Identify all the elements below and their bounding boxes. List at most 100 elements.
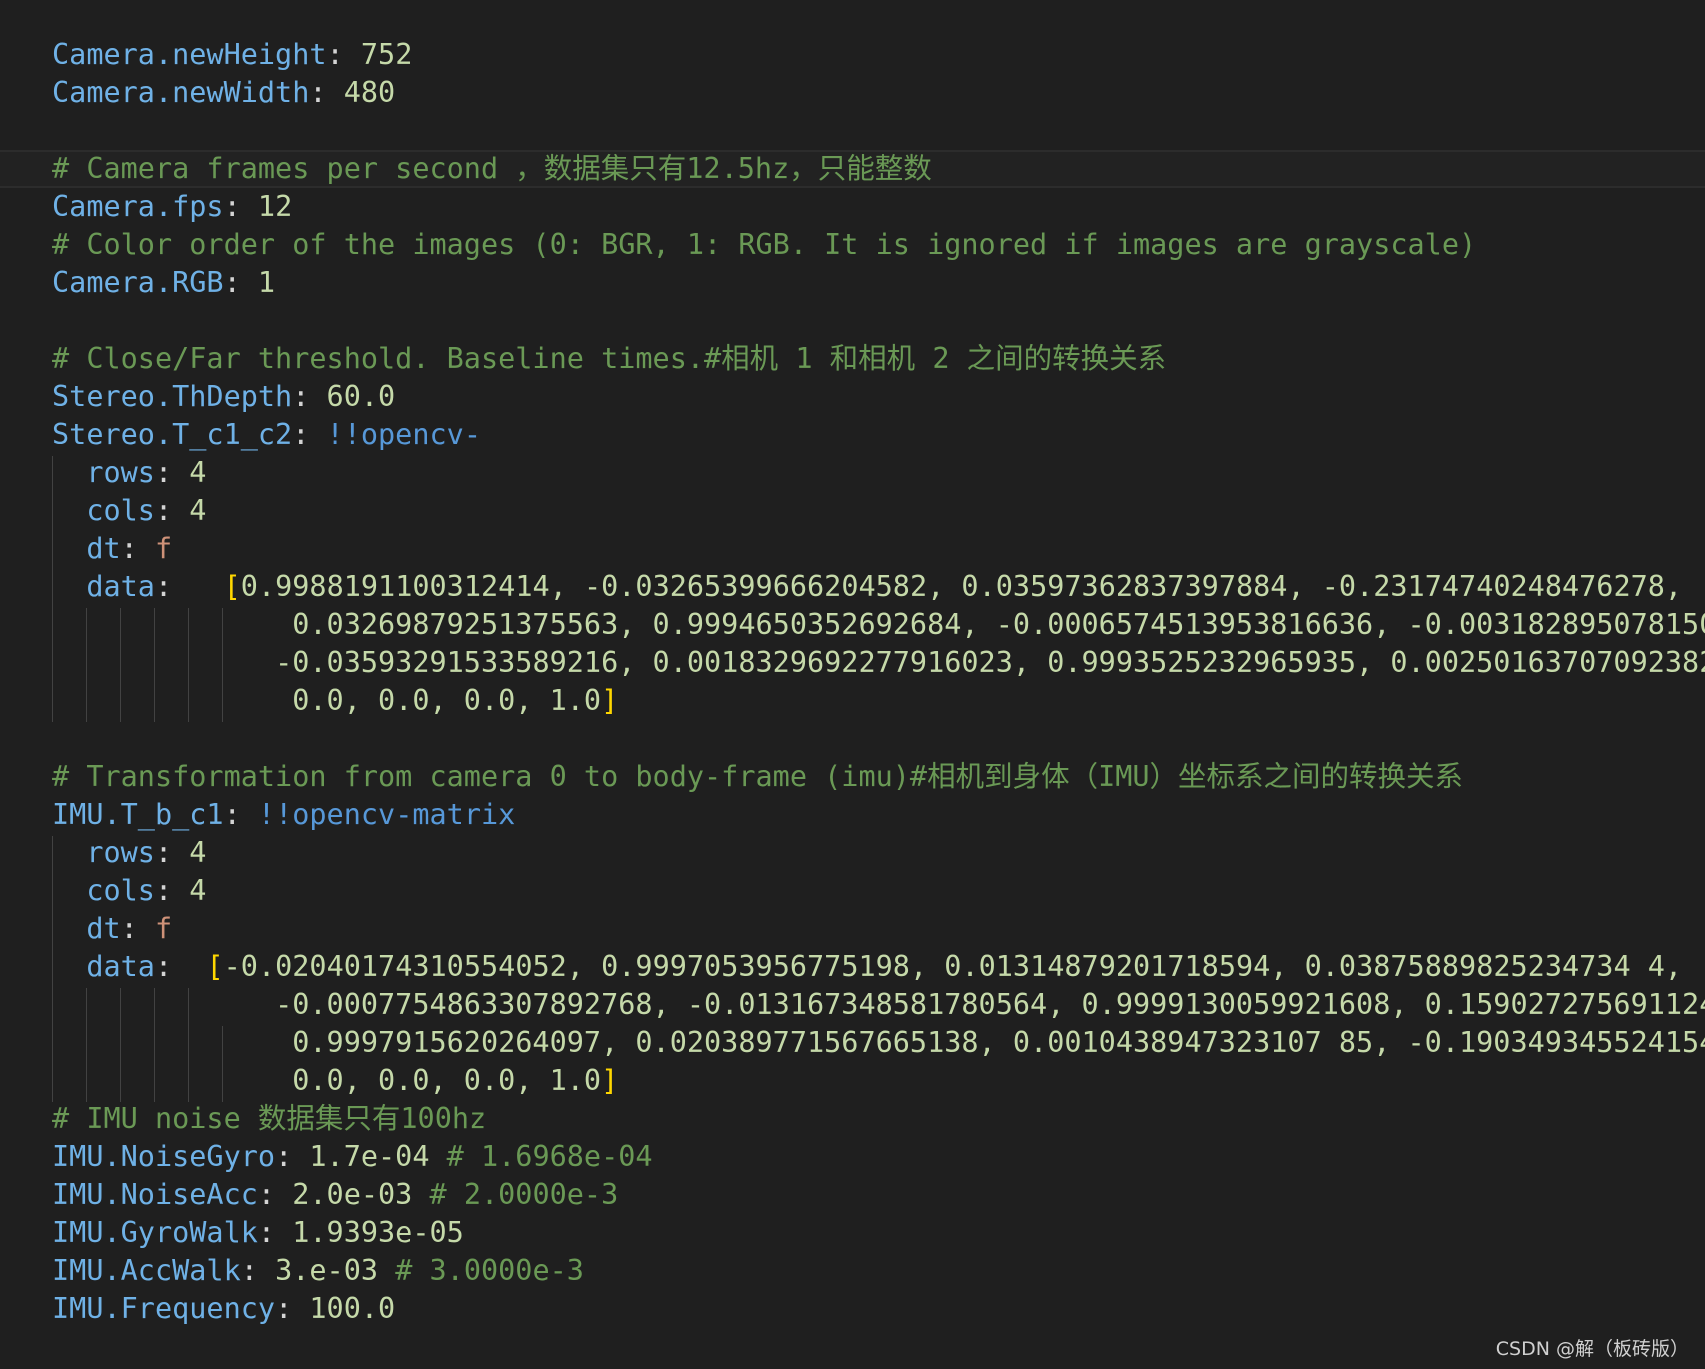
code-line[interactable]: Camera.newHeight: 752 (0, 36, 1705, 74)
token-value: 4 (189, 456, 207, 489)
token-punct (52, 456, 86, 489)
token-key: Stereo.ThDepth (52, 380, 293, 413)
indent-guide (154, 608, 155, 722)
code-line[interactable]: # Close/Far threshold. Baseline times.#相… (0, 340, 1705, 378)
token-punct (52, 570, 86, 603)
token-comment: # Camera frames per second ，数据集只有12.5hz，… (52, 152, 932, 185)
code-line[interactable]: 0.0, 0.0, 0.0, 1.0] (0, 682, 1705, 720)
token-key: cols (86, 874, 155, 907)
token-key: Stereo.T_c1_c2 (52, 418, 293, 451)
code-line[interactable]: data: [-0.02040174310554052, 0.999705395… (0, 948, 1705, 986)
token-punct (52, 950, 86, 983)
token-value: 12 (257, 190, 293, 223)
code-line[interactable]: # IMU noise 数据集只有100hz (0, 1100, 1705, 1138)
indent-guide (52, 836, 53, 1102)
token-value: 2.0e-03 (292, 1178, 413, 1211)
token-tag: !!opencv- (326, 418, 481, 451)
watermark: CSDN @解（板砖版） (1495, 1338, 1689, 1360)
token-key: rows (86, 836, 155, 869)
code-line[interactable]: IMU.GyroWalk: 1.9393e-05 (0, 1214, 1705, 1252)
token-punct (52, 532, 86, 565)
code-line[interactable]: # Color order of the images (0: BGR, 1: … (0, 226, 1705, 264)
token-value: 752 (360, 38, 413, 71)
token-comment: # 1.6968e-04 (429, 1140, 653, 1173)
token-punct (52, 912, 86, 945)
code-line[interactable]: dt: f (0, 910, 1705, 948)
token-punct: : (223, 266, 258, 299)
code-line[interactable]: Camera.fps: 12 (0, 188, 1705, 226)
token-punct: : (292, 418, 327, 451)
token-comment: # 2.0000e-3 (412, 1178, 619, 1211)
code-line[interactable]: Stereo.ThDepth: 60.0 (0, 378, 1705, 416)
token-value: 0.03269879251375563, 0.9994650352692684,… (292, 608, 1705, 641)
token-value: 4 (189, 836, 207, 869)
token-key: IMU.AccWalk (52, 1254, 241, 1287)
code-line[interactable]: Camera.newWidth: 480 (0, 74, 1705, 112)
token-key: IMU.T_b_c1 (52, 798, 224, 831)
code-line[interactable]: 0.9997915620264097, 0.020389771567665138… (0, 1024, 1705, 1062)
indent-guide (188, 988, 189, 1102)
token-value: 0.9997915620264097, 0.020389771567665138… (292, 1026, 1705, 1059)
token-punct (52, 836, 86, 869)
token-comment: # Close/Far threshold. Baseline times.#相… (52, 342, 1167, 375)
token-punct: : (154, 950, 207, 983)
token-value: 0.0, 0.0, 0.0, 1.0 (292, 1064, 602, 1097)
token-value: 4 (189, 874, 207, 907)
token-comment: # Color order of the images (0: BGR, 1: … (52, 228, 1477, 261)
code-line[interactable]: -0.0007754863307892768, -0.0131673485817… (0, 986, 1705, 1024)
token-key: Camera.fps (52, 190, 224, 223)
code-line[interactable]: rows: 4 (0, 454, 1705, 492)
indent-guide (120, 988, 121, 1102)
token-comment: # IMU noise 数据集只有100hz (52, 1102, 487, 1135)
token-punct (52, 494, 86, 527)
code-line[interactable]: data: [0.9988191100312414, -0.0326539966… (0, 568, 1705, 606)
code-line[interactable] (0, 302, 1705, 340)
token-value: 60.0 (326, 380, 396, 413)
code-line[interactable]: dt: f (0, 530, 1705, 568)
code-line[interactable]: rows: 4 (0, 834, 1705, 872)
token-string: f (154, 912, 173, 945)
token-punct: : (223, 798, 258, 831)
code-line[interactable]: # Camera frames per second ，数据集只有12.5hz，… (0, 150, 1705, 188)
code-line[interactable]: IMU.Frequency: 100.0 (0, 1290, 1705, 1328)
token-punct: : (326, 38, 361, 71)
token-key: Camera.RGB (52, 266, 224, 299)
token-value: 4 (189, 494, 207, 527)
token-bracket: ] (601, 684, 619, 717)
code-line[interactable]: IMU.NoiseAcc: 2.0e-03 # 2.0000e-3 (0, 1176, 1705, 1214)
token-bracket: ] (601, 1064, 619, 1097)
token-value: 3.e-03 (275, 1254, 379, 1287)
token-value: 0.9988191100312414, -0.03265399666204582… (240, 570, 1683, 603)
code-editor[interactable]: Camera.newHeight: 752 Camera.newWidth: 48… (0, 0, 1705, 1369)
token-key: IMU.NoiseGyro (52, 1140, 276, 1173)
code-line[interactable] (0, 112, 1705, 150)
code-line[interactable]: -0.03593291533589216, 0.0018329692277916… (0, 644, 1705, 682)
code-line[interactable] (0, 720, 1705, 758)
token-punct (52, 608, 292, 641)
code-line[interactable]: Stereo.T_c1_c2: !!opencv- (0, 416, 1705, 454)
token-punct: : (240, 1254, 276, 1287)
token-punct: : (257, 1216, 293, 1249)
code-line[interactable]: cols: 4 (0, 872, 1705, 910)
token-comment: # Transformation from camera 0 to body-f… (52, 760, 1464, 793)
code-line[interactable]: IMU.NoiseGyro: 1.7e-04 # 1.6968e-04 (0, 1138, 1705, 1176)
token-punct: : (309, 76, 344, 109)
token-key: cols (86, 494, 155, 527)
token-key: data (86, 570, 155, 603)
token-key: Camera.newHeight (52, 38, 327, 71)
token-key: rows (86, 456, 155, 489)
code-line[interactable]: IMU.AccWalk: 3.e-03 # 3.0000e-3 (0, 1252, 1705, 1290)
indent-guide (120, 608, 121, 722)
token-value: 1.7e-04 (309, 1140, 430, 1173)
code-line[interactable]: 0.03269879251375563, 0.9994650352692684,… (0, 606, 1705, 644)
code-line[interactable]: cols: 4 (0, 492, 1705, 530)
code-line[interactable]: 0.0, 0.0, 0.0, 1.0] (0, 1062, 1705, 1100)
code-line[interactable]: Camera.RGB: 1 (0, 264, 1705, 302)
token-punct (52, 1026, 292, 1059)
token-punct: : (292, 380, 327, 413)
token-value: 1 (257, 266, 276, 299)
token-punct: : (275, 1292, 310, 1325)
token-bracket: [ (206, 950, 224, 983)
code-line[interactable]: IMU.T_b_c1: !!opencv-matrix (0, 796, 1705, 834)
code-line[interactable]: # Transformation from camera 0 to body-f… (0, 758, 1705, 796)
